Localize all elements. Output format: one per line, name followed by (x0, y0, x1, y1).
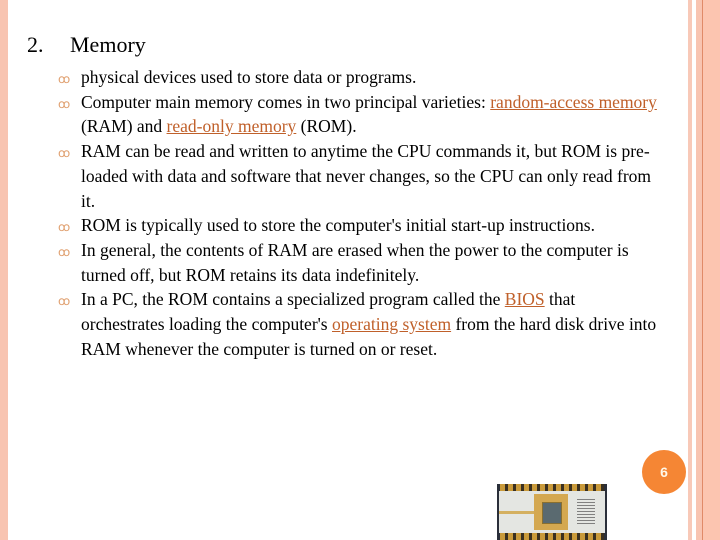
bullet-text: In general, the contents of RAM are eras… (81, 239, 629, 285)
curl-bullet-icon: ꝏ (58, 220, 71, 235)
right-stripe-decoration (703, 0, 720, 540)
heading-title: Memory (70, 32, 146, 57)
left-border-decoration (0, 0, 8, 540)
bullet-item: ꝏ Computer main memory comes in two princ… (58, 90, 658, 139)
bullet-item: ꝏ In general, the contents of RAM are era… (58, 238, 658, 287)
bullet-text: RAM can be read and written to anytime t… (81, 141, 652, 211)
bullet-list: ꝏ physical devices used to store data or … (58, 65, 658, 361)
bullet-item: ꝏ ROM is typically used to store the comp… (58, 213, 658, 238)
bullet-text: Computer main memory comes in two princi… (81, 91, 491, 112)
bullet-text: (RAM) and (81, 116, 167, 137)
slide-heading: 2. Memory (27, 31, 146, 59)
curl-bullet-icon: ꝏ (58, 294, 71, 309)
bullet-link[interactable]: operating system (332, 314, 451, 334)
eprom-chip-image (497, 484, 607, 540)
curl-bullet-icon: ꝏ (58, 72, 71, 86)
bullet-text: In a PC, the ROM contains a specialized … (81, 289, 505, 310)
curl-bullet-icon: ꝏ (58, 96, 71, 111)
curl-bullet-icon: ꝏ (58, 146, 71, 161)
bullet-link[interactable]: read-only memory (167, 116, 297, 136)
bullet-text: ROM is typically used to store the compu… (81, 215, 595, 236)
bullet-text: (ROM). (296, 116, 357, 137)
heading-number: 2. (27, 32, 44, 57)
bullet-link[interactable]: random-access memory (490, 92, 657, 112)
bullet-item: ꝏ physical devices used to store data or … (58, 65, 658, 90)
bullet-link[interactable]: BIOS (505, 289, 545, 309)
page-number-badge: 6 (642, 450, 686, 494)
bullet-item: ꝏ RAM can be read and written to anytime … (58, 139, 658, 213)
right-stripe-decoration (688, 0, 692, 540)
curl-bullet-icon: ꝏ (58, 244, 71, 259)
bullet-item: ꝏ In a PC, the ROM contains a specialized… (58, 287, 658, 361)
bullet-text: physical devices used to store data or p… (81, 67, 417, 87)
